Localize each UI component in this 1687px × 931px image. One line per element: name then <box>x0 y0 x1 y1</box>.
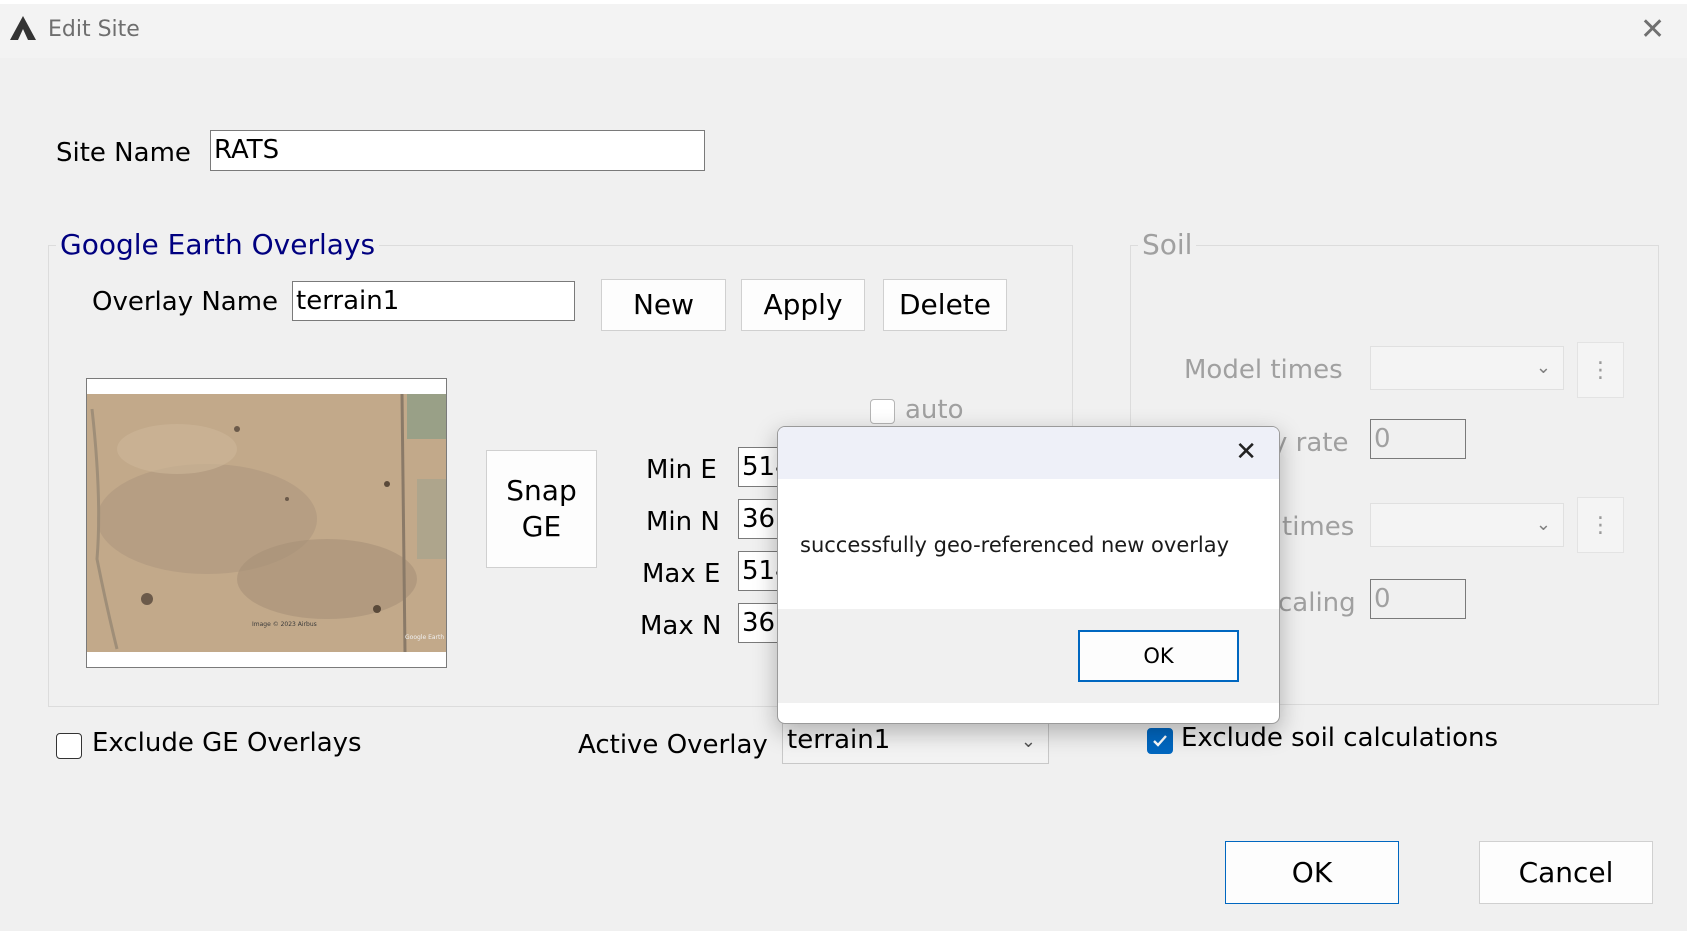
apply-overlay-button[interactable]: Apply <box>741 279 865 331</box>
exclude-soil-label: Exclude soil calculations <box>1181 723 1499 753</box>
times-dropdown[interactable]: ⌄ <box>1370 503 1564 547</box>
min-n-label: Min N <box>646 507 720 537</box>
active-overlay-value: terrain1 <box>787 725 891 755</box>
overlay-thumbnail: Image © 2023 Airbus Google Earth <box>86 378 447 668</box>
max-e-label: Max E <box>642 559 721 589</box>
site-name-input[interactable]: RATS <box>210 130 705 171</box>
message-ok-button[interactable]: OK <box>1078 630 1239 682</box>
exclude-soil-checkbox[interactable] <box>1147 728 1173 754</box>
window-title: Edit Site <box>48 17 140 42</box>
app-logo-icon <box>10 16 36 40</box>
scaling-label: caling <box>1278 588 1356 618</box>
dialog-ok-button[interactable]: OK <box>1225 841 1399 904</box>
scaling-input[interactable]: 0 <box>1370 579 1466 619</box>
soil-group-title: Soil <box>1138 228 1197 261</box>
new-overlay-button[interactable]: New <box>601 279 726 331</box>
auto-label: auto <box>905 395 964 425</box>
times-more-button[interactable]: ⋮ <box>1577 497 1624 553</box>
message-box-body: successfully geo-referenced new overlay <box>778 479 1279 609</box>
exclude-ge-checkbox[interactable] <box>56 733 82 759</box>
message-close-icon[interactable]: ✕ <box>1235 437 1257 467</box>
snap-ge-line2: GE <box>521 510 562 543</box>
active-overlay-dropdown[interactable]: terrain1 ⌄ <box>782 720 1049 764</box>
snap-ge-line1: Snap <box>506 474 577 507</box>
site-name-label: Site Name <box>56 138 191 168</box>
chevron-down-icon: ⌄ <box>1020 731 1036 752</box>
dialog-cancel-button[interactable]: Cancel <box>1479 841 1653 904</box>
checkmark-icon <box>1153 735 1167 747</box>
message-box-footer: OK <box>778 609 1279 703</box>
message-text: successfully geo-referenced new overlay <box>800 533 1230 557</box>
model-times-dropdown[interactable]: ⌄ <box>1370 346 1564 390</box>
thumbnail-caption: Google Earth <box>405 634 445 641</box>
message-box: ✕ successfully geo-referenced new overla… <box>777 426 1280 724</box>
rate-input[interactable]: 0 <box>1370 419 1466 459</box>
exclude-ge-label: Exclude GE Overlays <box>92 728 362 758</box>
title-bar <box>0 4 1687 58</box>
thumbnail-center-text: Image © 2023 Airbus <box>252 621 317 628</box>
model-times-label: Model times <box>1184 355 1343 385</box>
overlays-group-title: Google Earth Overlays <box>56 228 380 261</box>
min-e-label: Min E <box>646 455 717 485</box>
model-times-more-button[interactable]: ⋮ <box>1577 342 1624 398</box>
snap-ge-button[interactable]: Snap GE <box>486 450 597 568</box>
delete-overlay-button[interactable]: Delete <box>883 279 1007 331</box>
overlay-name-input[interactable]: terrain1 <box>292 281 575 321</box>
active-overlay-label: Active Overlay <box>578 730 768 760</box>
rate-label: y rate <box>1272 428 1349 458</box>
chevron-down-icon: ⌄ <box>1535 514 1551 535</box>
close-icon[interactable]: ✕ <box>1640 12 1665 47</box>
auto-checkbox[interactable] <box>870 399 895 424</box>
chevron-down-icon: ⌄ <box>1535 357 1551 378</box>
message-box-header: ✕ <box>778 427 1279 479</box>
times-label: times <box>1282 512 1355 542</box>
overlay-name-label: Overlay Name <box>92 287 279 317</box>
max-n-label: Max N <box>640 611 722 641</box>
